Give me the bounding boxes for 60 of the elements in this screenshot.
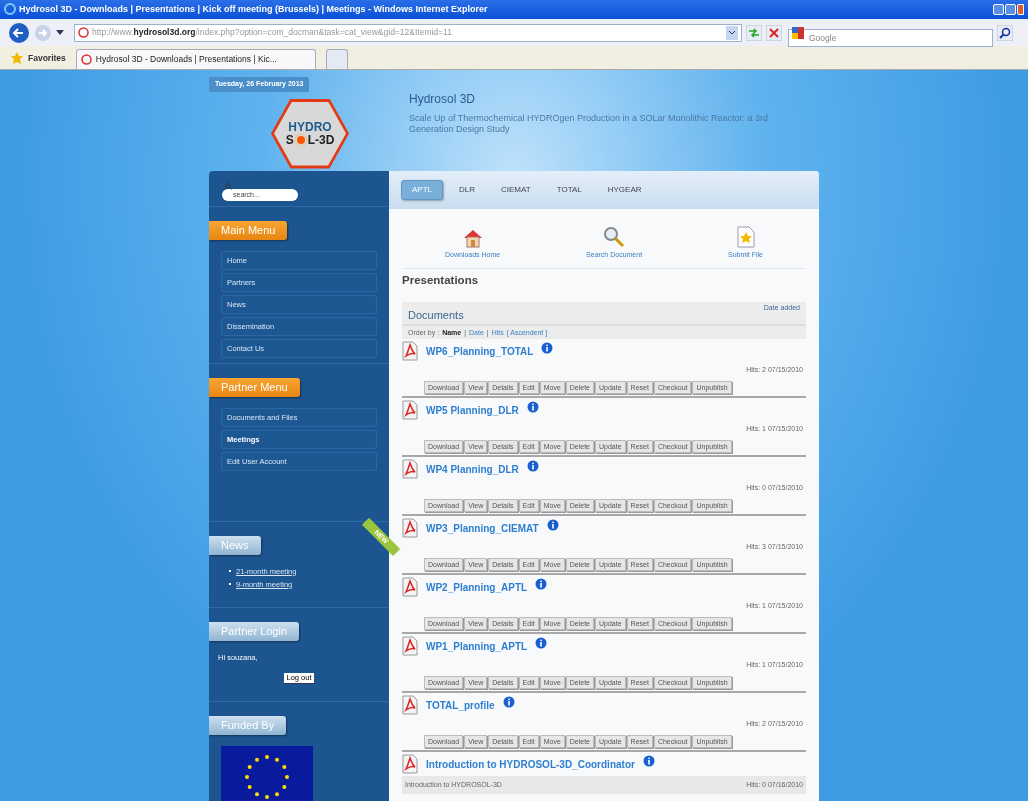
info-icon[interactable]: [526, 460, 539, 473]
document-link[interactable]: WP3_Planning_CIEMAT: [426, 520, 539, 536]
hexagon-logo: HYDRO S L-3D: [271, 98, 349, 169]
back-icon[interactable]: [8, 21, 30, 44]
search-icon[interactable]: [997, 24, 1013, 41]
document-link[interactable]: WP4 Planning_DLR: [426, 461, 519, 477]
module-title: Partner Login: [209, 621, 300, 641]
maximize-icon[interactable]: [1005, 3, 1016, 15]
dropdown-icon[interactable]: [56, 29, 64, 36]
page-icon: [78, 27, 89, 39]
magnifier-icon[interactable]: [603, 225, 626, 248]
info-icon[interactable]: [535, 578, 548, 591]
info-icon[interactable]: [546, 519, 559, 532]
close-icon[interactable]: [1017, 3, 1024, 15]
stop-icon[interactable]: [766, 24, 782, 41]
favorites-button[interactable]: Favorites: [28, 51, 66, 65]
address-field[interactable]: http://www.hydrosol3d.org/index.php?option=com_docman&task=cat_view&gid=12&Itemid=11: [74, 23, 742, 42]
module-title: Funded By: [209, 716, 287, 735]
window-title: Hydrosol 3D - Downloads | Presentations | Kick off meeting (Brussels) | Meetings - Windows Internet Explorer: [19, 2, 489, 16]
page-icon: [80, 54, 92, 65]
info-icon[interactable]: [541, 342, 554, 355]
pdf-file-icon: [402, 754, 418, 775]
minimize-icon[interactable]: [993, 3, 1004, 15]
web-search-field[interactable]: Google: [788, 28, 993, 47]
pdf-file-icon: [402, 459, 418, 480]
browser-tab[interactable]: Hydrosol 3D - Downloads | Presentations | Kic...: [75, 49, 316, 69]
pdf-file-icon: [402, 577, 418, 598]
module-title: Main Menu: [209, 220, 288, 240]
module-title: News: [209, 535, 261, 555]
pdf-file-icon: [402, 695, 418, 716]
category-tab[interactable]: DLR: [449, 180, 486, 200]
document-star-icon[interactable]: [736, 225, 755, 248]
chevron-down-icon[interactable]: [726, 25, 738, 40]
search-icon: [225, 182, 232, 190]
document-link[interactable]: WP6_Planning_TOTAL: [426, 343, 534, 359]
pdf-file-icon: [402, 341, 418, 362]
search-engine-logo-icon: [792, 26, 804, 39]
document-link[interactable]: Introduction to HYDROSOL-3D_Coordinator: [426, 756, 635, 772]
document-link[interactable]: WP1_Planning_APTL: [426, 638, 528, 654]
sun-icon: [293, 132, 308, 147]
site-subtitle: Scale Up of Thermochemical HYDROgen Production in a SOLar Monolithic Reactor: a 3rd Generation Design Study: [409, 113, 769, 135]
pdf-file-icon: [402, 636, 418, 657]
refresh-icon[interactable]: [746, 24, 762, 41]
document-link[interactable]: TOTAL_profile: [426, 697, 495, 713]
info-icon[interactable]: [642, 755, 655, 768]
document-link[interactable]: WP2_Planning_APTL: [426, 579, 528, 595]
info-icon[interactable]: [526, 401, 539, 414]
site-title: Hydrosol 3D: [409, 91, 477, 108]
category-tab[interactable]: HYGEAR: [597, 180, 652, 200]
category-tab[interactable]: CIEMAT: [491, 180, 541, 200]
info-icon[interactable]: [502, 696, 515, 709]
star-icon: [10, 51, 24, 65]
module-title: Partner Menu: [209, 378, 300, 398]
section-heading: Presentations: [402, 273, 480, 288]
category-tab[interactable]: TOTAL: [546, 180, 592, 200]
info-icon[interactable]: [535, 637, 548, 650]
pdf-file-icon: [402, 400, 418, 421]
pdf-file-icon: [402, 518, 418, 539]
browser-logo-icon: [4, 3, 16, 16]
document-link[interactable]: WP5 Planning_DLR: [426, 402, 519, 418]
